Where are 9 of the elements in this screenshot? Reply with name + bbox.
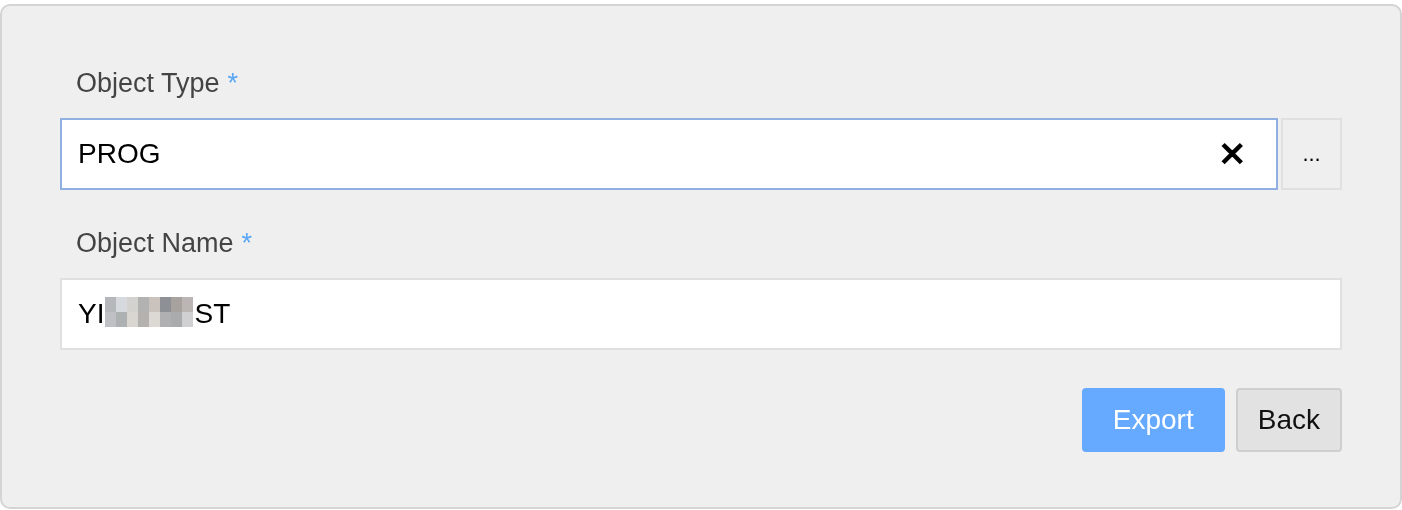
back-button[interactable]: Back [1235, 388, 1342, 452]
browse-button[interactable]: ... [1281, 118, 1342, 190]
input-field[interactable]: PROG ✕ [60, 118, 1279, 190]
field-label: Object Type [76, 68, 220, 98]
required-mark: * [241, 228, 253, 258]
input-field[interactable]: YI ST [60, 278, 1342, 350]
required-mark: * [227, 68, 239, 98]
close-icon[interactable]: ✕ [1218, 134, 1247, 174]
field-label: Object Name [76, 228, 234, 258]
